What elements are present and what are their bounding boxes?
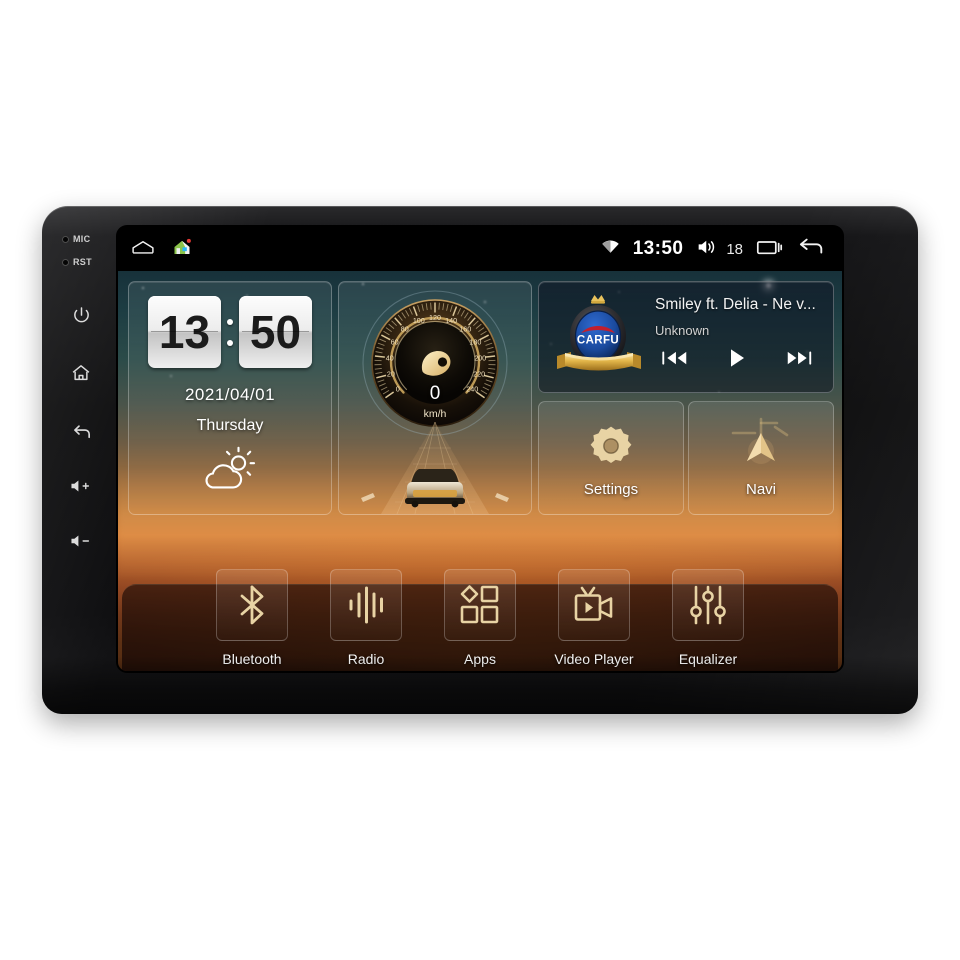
back-key[interactable] <box>64 416 98 446</box>
left-bezel: MIC RST <box>42 206 120 714</box>
screenshot-root: MIC RST 13:50 18 13 50 2021/04/01 Thursd… <box>0 0 960 960</box>
clock-minutes: 50 <box>239 296 312 368</box>
gauge-tick-40: 40 <box>386 353 394 362</box>
gauge-tick-100: 100 <box>413 316 425 325</box>
reset-label: RST <box>73 257 92 267</box>
speed-unit: km/h <box>423 408 447 420</box>
tile-settings-label: Settings <box>583 481 639 498</box>
media-player-widget[interactable]: CARFU Smiley ft. Delia - Ne v... Unknown <box>538 281 834 393</box>
gauge-tick-120: 120 <box>429 313 441 322</box>
gauge-tick-220: 220 <box>473 370 485 379</box>
gauge-tick-60: 60 <box>391 338 399 347</box>
mic-pinhole: MIC <box>62 234 90 244</box>
mic-label: MIC <box>73 234 91 244</box>
touchscreen[interactable]: 13:50 18 13 50 2021/04/01 Thursday 0 20 … <box>118 227 842 671</box>
dock-item-bluetooth[interactable]: Bluetooth <box>209 569 295 667</box>
back-icon <box>73 424 90 438</box>
status-bar: 13:50 18 <box>118 227 842 271</box>
carfu-wordmark: CARFU <box>577 335 619 347</box>
home-screen: 13 50 2021/04/01 Thursday 0 20 40 60 80 … <box>118 271 842 671</box>
car-on-road-icon <box>339 422 531 514</box>
house-app-icon[interactable] <box>172 237 192 262</box>
recents-icon[interactable] <box>756 237 783 262</box>
media-controls <box>655 345 819 371</box>
power-icon <box>73 306 89 322</box>
navigation-arrow-icon <box>729 417 793 474</box>
gauge-tick-20: 20 <box>387 370 395 379</box>
car-icon <box>405 469 465 508</box>
gauge-tick-160: 160 <box>459 325 471 334</box>
sun-behind-cloud-icon <box>129 446 331 494</box>
tile-navi-label: Navi <box>745 481 776 498</box>
video-camera-icon <box>574 586 613 621</box>
speed-gauge: 0 20 40 60 80 100 120 140 160 180 200 220 240 0 km/h <box>360 288 510 438</box>
speed-value: 0 <box>429 383 441 404</box>
reset-hole-icon[interactable] <box>62 258 69 266</box>
dock-item-radio[interactable]: Radio <box>323 569 409 667</box>
play-button[interactable] <box>717 345 757 371</box>
previous-track-button[interactable] <box>655 345 695 371</box>
gauge-tick-140: 140 <box>445 316 457 325</box>
clock-widget[interactable]: 13 50 2021/04/01 Thursday <box>128 281 332 515</box>
volume-down-key[interactable] <box>64 526 98 556</box>
gauge-tick-80: 80 <box>401 325 409 334</box>
tile-settings[interactable]: Settings <box>538 401 684 515</box>
flip-clock: 13 50 <box>129 296 331 368</box>
clock-hours: 13 <box>148 296 221 368</box>
volume-down-icon <box>71 535 90 547</box>
reset-pinhole[interactable]: RST <box>62 257 92 267</box>
dock-item-equalizer[interactable]: Equalizer <box>665 569 751 667</box>
car-head-unit-device: MIC RST 13:50 18 13 50 2021/04/01 Thursd… <box>42 206 918 714</box>
volume-icon[interactable] <box>696 238 719 261</box>
clock-weekday: Thursday <box>196 417 264 434</box>
dock-item-apps[interactable]: Apps <box>437 569 523 667</box>
apps-grid-icon <box>460 585 499 624</box>
dock-item-video-player[interactable]: Video Player <box>551 569 637 667</box>
status-clock: 13:50 <box>632 238 684 259</box>
bluetooth-icon <box>240 585 264 625</box>
clock-date: 2021/04/01 <box>184 385 276 404</box>
clock-colon-icon <box>225 318 235 346</box>
speedometer-widget[interactable]: 0 20 40 60 80 100 120 140 160 180 200 220 240 0 km/h <box>338 281 532 515</box>
wifi-icon <box>601 239 620 259</box>
home-outline-icon[interactable] <box>130 238 156 261</box>
media-artist: Unknown <box>655 323 710 338</box>
previous-icon <box>662 351 687 365</box>
back-arrow-icon[interactable] <box>796 236 826 262</box>
carfu-badge-icon: CARFU <box>553 288 645 386</box>
crown-icon <box>591 295 605 304</box>
gauge-tick-200: 200 <box>474 353 486 362</box>
play-icon <box>731 349 744 367</box>
equalizer-sliders-icon <box>690 585 726 625</box>
gear-icon <box>587 418 635 474</box>
mic-hole-icon <box>62 235 69 243</box>
media-text: Smiley ft. Delia - Ne v... Unknown <box>655 296 823 338</box>
power-key[interactable] <box>64 300 98 330</box>
volume-level: 18 <box>726 240 743 258</box>
volume-up-key[interactable] <box>64 471 98 501</box>
home-icon <box>72 365 90 381</box>
radio-waveform-icon <box>349 586 383 624</box>
next-icon <box>787 351 812 365</box>
media-track-title: Smiley ft. Delia - Ne v... <box>655 296 816 313</box>
next-track-button[interactable] <box>779 345 819 371</box>
gauge-tick-180: 180 <box>469 338 481 347</box>
device-bottom-shade <box>42 656 918 714</box>
tile-navi[interactable]: Navi <box>688 401 834 515</box>
dock: Bluetooth Radio <box>118 539 842 667</box>
home-key[interactable] <box>64 358 98 388</box>
volume-up-icon <box>71 480 90 492</box>
